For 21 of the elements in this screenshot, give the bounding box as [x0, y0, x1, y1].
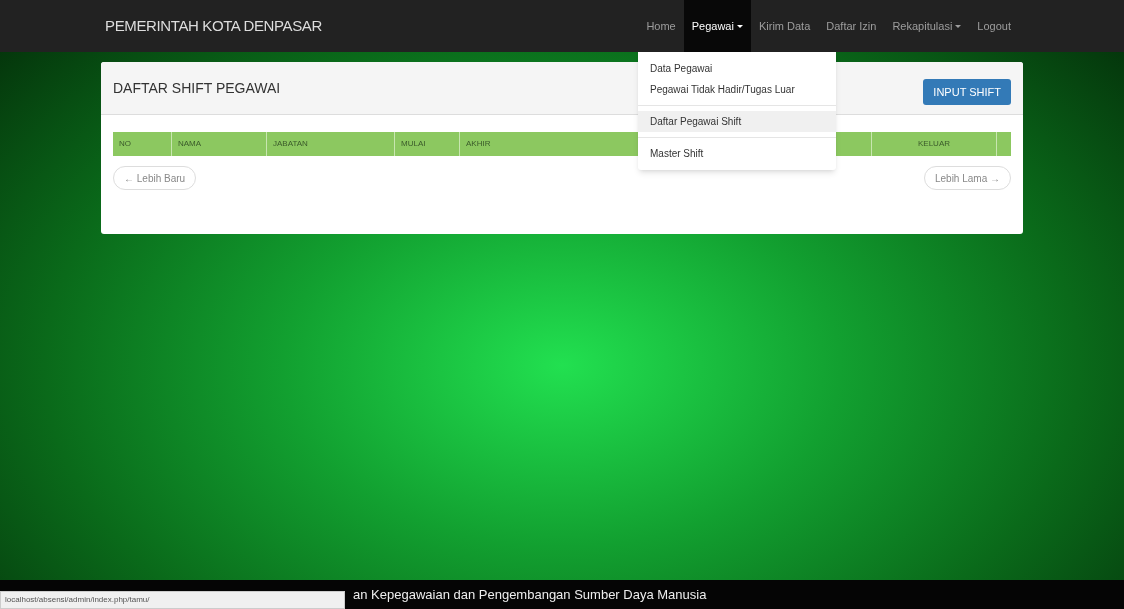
dropdown-item[interactable]: Daftar Pegawai Shift — [638, 111, 836, 132]
column-header: MULAI — [395, 132, 460, 156]
panel-title: DAFTAR SHIFT PEGAWAI — [113, 78, 281, 98]
column-header: NAMA — [172, 132, 267, 156]
status-url: localhost/absensi/admin/index.php/tamu/ — [5, 594, 150, 606]
column-header: JABATAN — [267, 132, 395, 156]
caret-icon — [955, 24, 962, 28]
brand-title[interactable]: PEMERINTAH KOTA DENPASAR — [105, 14, 322, 38]
input-shift-button[interactable]: INPUT SHIFT — [923, 79, 1011, 105]
dropdown-item[interactable]: Pegawai Tidak Hadir/Tugas Luar — [638, 79, 836, 100]
column-header: KELUAR — [872, 132, 997, 156]
nav-link[interactable]: Kirim Data — [750, 0, 819, 52]
nav-link[interactable]: Home — [638, 0, 684, 52]
column-header: NO — [113, 132, 172, 156]
nav-link[interactable]: Rekapitulasi — [884, 0, 970, 52]
nav-link[interactable]: Pegawai — [683, 0, 751, 52]
footer-text: an Kepegawaian dan Pengembangan Sumber Daya Manusia — [353, 585, 707, 604]
nav-link[interactable]: Logout — [969, 0, 1019, 52]
nav-link[interactable]: Daftar Izin — [818, 0, 885, 52]
caret-icon — [736, 24, 743, 28]
dropdown-item[interactable]: Data Pegawai — [638, 58, 836, 79]
